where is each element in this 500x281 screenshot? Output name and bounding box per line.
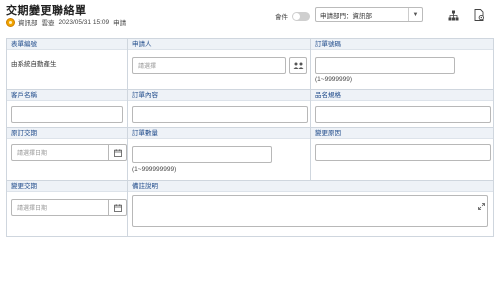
applicant-label: 申請人 [128,39,310,50]
order-content-input[interactable] [132,106,308,123]
countersign-toggle-group: 會件 [275,11,310,21]
chevron-down-icon[interactable]: ▼ [408,8,422,21]
form-no-label: 表單編號 [7,39,127,50]
page-title: 交期變更聯絡單 [6,5,87,17]
dept-select-value: 申請部門：資訊部 [320,12,372,20]
expand-icon[interactable] [478,197,485,215]
order-qty-hint: (1~999999999) [132,166,177,173]
new-delivery-cell: 變更交期 請選擇日期 [6,181,127,236]
new-delivery-datepicker: 請選擇日期 [11,199,127,216]
customer-label: 客戶名稱 [7,90,127,101]
change-form: 表單編號 由系統自動產生 申請人 請選擇 訂單號碼 (1~9999999) 客戶… [6,38,494,237]
orig-delivery-datepicker: 請選擇日期 [11,144,127,161]
order-content-cell: 訂單內容 [127,90,310,127]
change-reason-input[interactable] [315,144,491,161]
applicant-meta: 資訊部 雲壺 2023/05/31 15:09 申請 [6,17,130,27]
form-row: 變更交期 請選擇日期 備註說明 [6,181,494,237]
change-reason-label: 變更原因 [311,128,493,139]
new-delivery-placeholder: 請選擇日期 [17,206,48,212]
order-qty-label: 訂單數量 [128,128,310,139]
orig-delivery-input[interactable]: 請選擇日期 [11,144,109,161]
user-dept: 資訊部 [18,20,38,27]
remarks-textarea[interactable] [132,195,488,227]
countersign-toggle[interactable] [292,11,310,21]
form-no-value: 由系統自動產生 [11,61,57,68]
order-qty-input[interactable] [132,146,272,163]
applicant-placeholder: 請選擇 [138,64,157,70]
calendar-icon[interactable] [109,199,127,216]
new-delivery-label: 變更交期 [7,181,127,192]
document-settings-icon[interactable] [473,9,485,21]
org-chart-icon[interactable] [447,9,459,21]
customer-input[interactable] [11,106,123,123]
order-no-hint: (1~9999999) [315,76,353,83]
form-row: 表單編號 由系統自動產生 申請人 請選擇 訂單號碼 (1~9999999) [6,39,494,90]
change-reason-cell: 變更原因 [310,128,494,180]
form-row: 客戶名稱 訂單內容 品名規格 [6,90,494,128]
people-icon [293,62,303,69]
order-qty-cell: 訂單數量 (1~999999999) [127,128,310,180]
order-no-label: 訂單號碼 [311,39,493,50]
status-text: 申請 [113,20,127,27]
customer-cell: 客戶名稱 [6,90,127,127]
applicant-input[interactable]: 請選擇 [132,57,286,74]
orig-delivery-cell: 原訂交期 請選擇日期 [6,128,127,180]
orig-delivery-placeholder: 請選擇日期 [17,151,48,157]
applicant-cell: 申請人 請選擇 [127,39,310,89]
dept-select[interactable]: 申請部門：資訊部 ▼ [315,7,423,22]
orig-delivery-label: 原訂交期 [7,128,127,139]
product-spec-cell: 品名規格 [310,90,494,127]
product-spec-input[interactable] [315,106,491,123]
remarks-label: 備註說明 [128,181,493,192]
avatar [6,17,15,27]
select-people-button[interactable] [289,57,307,74]
form-no-cell: 表單編號 由系統自動產生 [6,39,127,89]
order-content-label: 訂單內容 [128,90,310,101]
order-no-input[interactable] [315,57,455,74]
user-name: 雲壺 [41,20,55,27]
date-time: 2023/05/31 15:09 [58,18,110,26]
remarks-cell: 備註說明 [127,181,494,236]
toggle-label: 會件 [275,14,288,21]
order-no-cell: 訂單號碼 (1~9999999) [310,39,494,89]
calendar-icon[interactable] [109,144,127,161]
new-delivery-input[interactable]: 請選擇日期 [11,199,109,216]
form-row: 原訂交期 請選擇日期 訂單數量 (1~999999999) 變更原因 [6,128,494,181]
product-spec-label: 品名規格 [311,90,493,101]
